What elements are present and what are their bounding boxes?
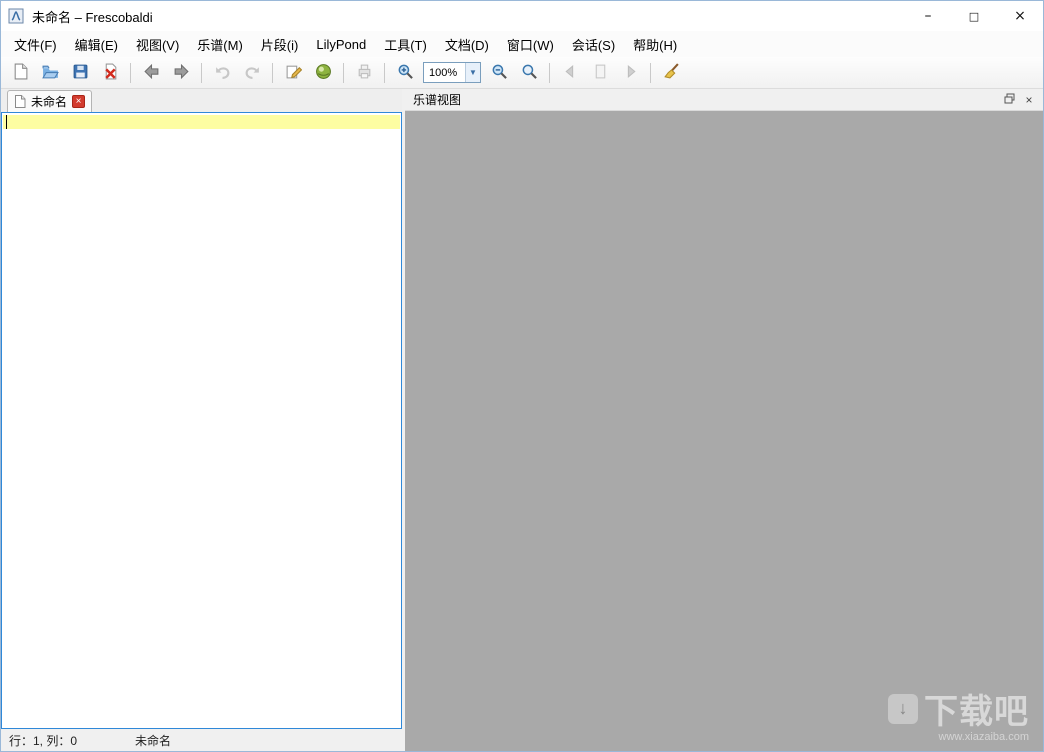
document-tab-bar: 未命名 ×	[1, 89, 402, 113]
forward-icon	[173, 63, 190, 83]
print-icon	[356, 63, 373, 83]
close-document-button[interactable]	[96, 60, 124, 86]
music-view-header: 乐谱视图 ×	[405, 89, 1043, 111]
lilypond-engrave-button[interactable]	[309, 60, 337, 86]
menu-tools[interactable]: 工具(T)	[375, 31, 436, 58]
toolbar-separator	[201, 62, 202, 83]
toolbar-separator	[343, 62, 344, 83]
window-controls: – □ ×	[905, 1, 1043, 31]
status-bar: 行：1, 列：0 未命名	[1, 729, 402, 751]
float-panel-button[interactable]	[999, 91, 1019, 109]
print-music-button[interactable]	[350, 60, 378, 86]
page-number-button[interactable]	[586, 60, 614, 86]
watermark-title: 下载吧	[924, 693, 1029, 731]
chevron-down-icon: ▼	[465, 63, 480, 82]
new-document-button[interactable]	[6, 60, 34, 86]
close-panel-button[interactable]: ×	[1019, 91, 1039, 109]
redo-button[interactable]	[238, 60, 266, 86]
document-icon	[14, 95, 26, 108]
current-line-highlight	[3, 115, 400, 129]
toolbar-separator	[384, 62, 385, 83]
toolbar-separator	[650, 62, 651, 83]
next-page-button[interactable]	[616, 60, 644, 86]
zoom-in-icon	[397, 63, 414, 83]
back-icon	[143, 63, 160, 83]
menu-music[interactable]: 乐谱(M)	[188, 31, 252, 58]
watermark-logo-icon: ↓	[888, 693, 918, 724]
zoom-level-select[interactable]: 100% ▼	[423, 62, 481, 83]
menu-session[interactable]: 会话(S)	[563, 31, 624, 58]
status-doc-name: 未命名	[135, 733, 172, 748]
open-document-button[interactable]	[36, 60, 64, 86]
next-page-icon	[622, 63, 639, 83]
zoom-in-button[interactable]	[391, 60, 419, 86]
music-view-title: 乐谱视图	[413, 93, 462, 107]
lilypond-engrave-icon	[315, 63, 332, 83]
undo-icon	[214, 63, 231, 83]
toolbar-separator	[549, 62, 550, 83]
clear-music-view-button[interactable]	[657, 60, 685, 86]
back-button[interactable]	[137, 60, 165, 86]
zoom-original-button[interactable]	[515, 60, 543, 86]
main-area: 未命名 × 行：1, 列：0 未命名 乐谱视图 × ↓ 下载吧 www.xiaz…	[1, 89, 1043, 751]
app-icon	[8, 8, 24, 24]
edit-icon	[285, 63, 302, 83]
music-view-canvas[interactable]: ↓ 下载吧 www.xiazaiba.com	[405, 111, 1043, 751]
save-document-icon	[72, 63, 89, 83]
menu-bar: 文件(F) 编辑(E) 视图(V) 乐谱(M) 片段(i) LilyPond 工…	[1, 31, 1043, 57]
toolbar-separator	[272, 62, 273, 83]
app-window: 未命名 – Frescobaldi – □ × 文件(F) 编辑(E) 视图(V…	[0, 0, 1044, 752]
close-document-icon	[102, 63, 119, 83]
code-editor[interactable]	[1, 113, 402, 729]
menu-help[interactable]: 帮助(H)	[624, 31, 686, 58]
zoom-out-button[interactable]	[485, 60, 513, 86]
menu-document[interactable]: 文档(D)	[436, 31, 498, 58]
tab-close-button[interactable]: ×	[72, 95, 86, 108]
menu-window[interactable]: 窗口(W)	[498, 31, 563, 58]
watermark: ↓ 下载吧 www.xiazaiba.com	[888, 684, 1029, 743]
forward-button[interactable]	[167, 60, 195, 86]
open-document-icon	[41, 63, 59, 83]
window-title: 未命名 – Frescobaldi	[32, 9, 153, 25]
document-tab-label: 未命名	[31, 95, 68, 109]
toolbar-separator	[130, 62, 131, 83]
save-document-button[interactable]	[66, 60, 94, 86]
tool-bar: 100% ▼	[1, 57, 1043, 89]
close-panel-icon: ×	[1025, 92, 1033, 107]
menu-view[interactable]: 视图(V)	[127, 31, 188, 58]
float-panel-icon	[1004, 93, 1015, 107]
maximize-button[interactable]: □	[951, 1, 997, 31]
menu-file[interactable]: 文件(F)	[5, 31, 66, 58]
text-caret	[6, 115, 7, 129]
edit-in-place-button[interactable]	[279, 60, 307, 86]
undo-button[interactable]	[208, 60, 236, 86]
clear-music-icon	[663, 62, 680, 83]
menu-edit[interactable]: 编辑(E)	[66, 31, 127, 58]
menu-snippets[interactable]: 片段(i)	[252, 31, 308, 58]
title-bar: 未命名 – Frescobaldi – □ ×	[1, 1, 1043, 31]
zoom-original-icon	[521, 63, 538, 83]
previous-page-icon	[562, 63, 579, 83]
previous-page-button[interactable]	[556, 60, 584, 86]
status-line-col: 行：1, 列：0	[9, 733, 78, 748]
menu-lilypond[interactable]: LilyPond	[307, 33, 375, 56]
zoom-level-value: 100%	[429, 66, 458, 79]
close-button[interactable]: ×	[997, 1, 1043, 31]
watermark-url: www.xiazaiba.com	[938, 731, 1029, 743]
editor-pane: 未命名 × 行：1, 列：0 未命名	[1, 89, 402, 751]
redo-icon	[244, 63, 261, 83]
minimize-button[interactable]: –	[905, 1, 951, 31]
music-view-pane: 乐谱视图 × ↓ 下载吧 www.xiazaiba.com	[405, 89, 1043, 751]
document-tab[interactable]: 未命名 ×	[7, 90, 93, 112]
zoom-out-icon	[491, 63, 508, 83]
page-icon	[592, 63, 609, 83]
new-document-icon	[12, 63, 29, 83]
